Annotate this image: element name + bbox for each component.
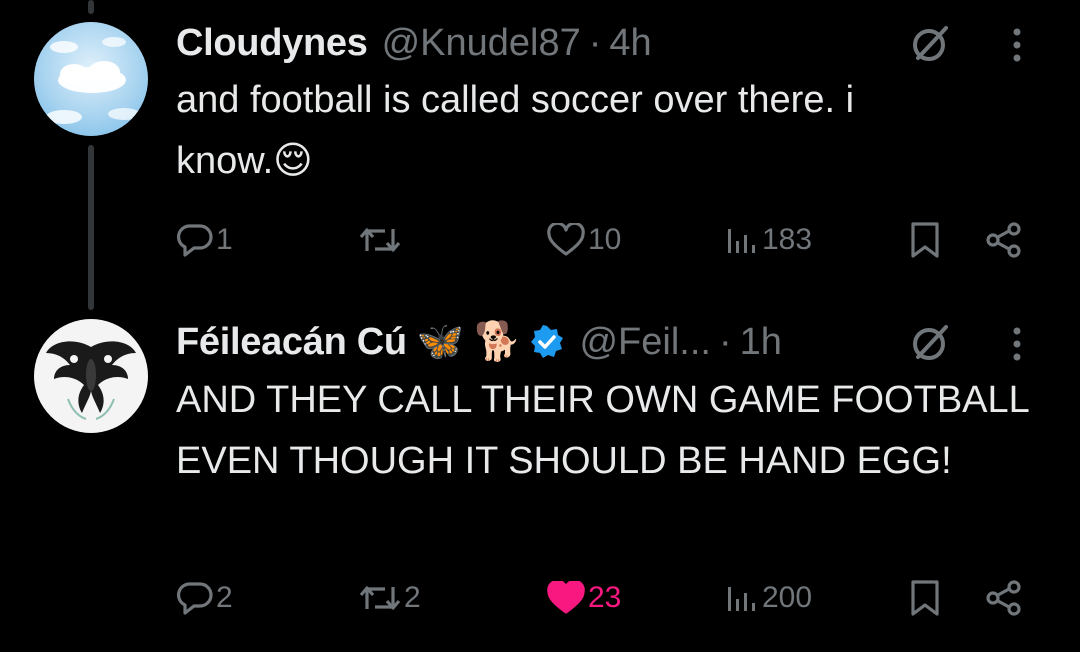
reply-button[interactable]: 1: [176, 215, 233, 265]
more-icon[interactable]: [1010, 325, 1024, 363]
retweet-icon: [359, 228, 401, 252]
retweet-icon: [359, 586, 401, 610]
reply-icon: [177, 582, 213, 615]
views-count: 200: [762, 581, 813, 614]
display-name[interactable]: Cloudynes: [176, 22, 368, 65]
grok-icon[interactable]: [908, 321, 952, 365]
timestamp[interactable]: 1h: [740, 321, 782, 364]
display-name[interactable]: Féileacán Cú: [176, 321, 407, 364]
more-icon[interactable]: [1010, 26, 1024, 64]
dog-emoji: 🐕: [474, 321, 522, 363]
tweet-text: AND THEY CALL THEIR OWN GAME FOOTBALL EV…: [176, 379, 1029, 482]
retweet-count: 2: [404, 581, 421, 614]
tweet-1[interactable]: Cloudynes @Knudel87 · 4h and football is…: [0, 0, 1080, 300]
tweet-text: and football is called soccer over there…: [176, 70, 1036, 192]
views-icon: [728, 229, 755, 253]
tweet-actions: 1 10 183: [176, 215, 1046, 265]
reply-count: 2: [216, 581, 233, 614]
bookmark-icon: [911, 222, 939, 258]
like-button[interactable]: 10: [546, 215, 621, 265]
relieved-face-emoji: 😌: [273, 140, 313, 182]
views-button[interactable]: 200: [724, 573, 812, 623]
separator-dot: ·: [718, 320, 732, 363]
bookmark-icon: [911, 580, 939, 616]
user-handle[interactable]: @Feil...: [579, 321, 710, 364]
reply-count: 1: [216, 223, 233, 256]
bookmark-button[interactable]: [908, 215, 942, 265]
share-icon: [986, 580, 1021, 616]
share-button[interactable]: [984, 573, 1024, 623]
tweet-header: Cloudynes @Knudel87 · 4h: [176, 18, 1050, 68]
separator-dot: ·: [588, 21, 602, 64]
views-icon: [728, 587, 755, 611]
avatar[interactable]: [34, 319, 148, 433]
user-handle[interactable]: @Knudel87: [382, 22, 581, 65]
tweet-text-line-2-words: know.: [176, 140, 274, 182]
like-count: 23: [588, 581, 622, 614]
timestamp[interactable]: 4h: [609, 22, 651, 65]
views-count: 183: [762, 223, 813, 256]
grok-icon[interactable]: [908, 22, 952, 66]
bookmark-button[interactable]: [908, 573, 942, 623]
share-button[interactable]: [984, 215, 1024, 265]
heart-icon: [547, 223, 585, 256]
retweet-button[interactable]: [358, 215, 404, 265]
like-count: 10: [588, 223, 622, 256]
avatar[interactable]: [34, 22, 148, 136]
share-icon: [986, 222, 1021, 258]
reply-icon: [177, 224, 213, 257]
verified-badge-icon: [531, 325, 564, 358]
tweet-text-line-1: and football is called soccer over there…: [176, 79, 855, 121]
verified-badge[interactable]: [529, 324, 565, 360]
tweet-text-line-2: know.😌: [176, 131, 1036, 192]
like-button[interactable]: 23: [546, 573, 621, 623]
reply-button[interactable]: 2: [176, 573, 233, 623]
cloud-avatar-image: [34, 22, 148, 136]
heart-filled-icon: [547, 581, 585, 614]
tweet-header: Féileacán Cú 🦋 🐕 @Feil... · 1h: [176, 317, 1050, 367]
retweet-button[interactable]: 2: [358, 573, 421, 623]
butterfly-emoji: 🦋: [416, 321, 465, 363]
tweet-actions: 2 2 23 200: [176, 573, 1046, 623]
moth-emblem-avatar-image: [34, 319, 148, 433]
views-button[interactable]: 183: [724, 215, 812, 265]
tweet-2[interactable]: Féileacán Cú 🦋 🐕 @Feil... · 1h AND THEY …: [0, 300, 1080, 652]
